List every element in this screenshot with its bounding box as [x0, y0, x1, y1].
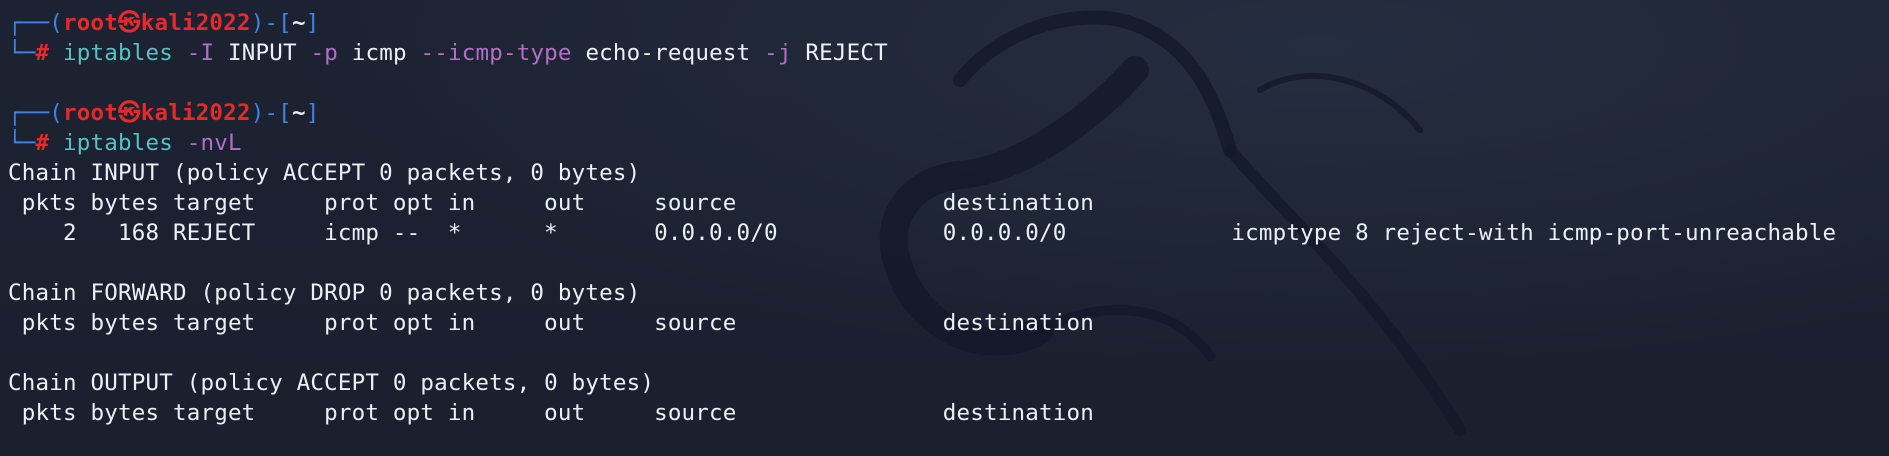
command-argument: REJECT — [805, 40, 888, 66]
prompt-symbol: # — [35, 130, 50, 156]
prompt-frame: ┌──( — [8, 100, 63, 126]
command-line[interactable]: └─# iptables -nvL — [8, 128, 1889, 158]
command-name: iptables — [63, 40, 173, 66]
command-argument: INPUT — [227, 40, 297, 66]
table-row: 2 168 REJECT icmp -- * * 0.0.0.0/0 0.0.0… — [8, 220, 1837, 246]
command-option: -j — [764, 40, 792, 66]
prompt-directory: ~ — [291, 10, 306, 36]
table-header: pkts bytes target prot opt in out source… — [8, 190, 1218, 216]
prompt-user: root — [63, 100, 118, 126]
table-header: pkts bytes target prot opt in out source… — [8, 310, 1218, 336]
chain-output-heading: Chain OUTPUT (policy ACCEPT 0 packets, 0… — [8, 370, 655, 396]
prompt-line: ┌──(root㉿kali2022)-[~] — [8, 10, 320, 36]
prompt-line: ┌──(root㉿kali2022)-[~] — [8, 100, 320, 126]
chain-forward-heading: Chain FORWARD (policy DROP 0 packets, 0 … — [8, 280, 641, 306]
prompt-skull-icon: ㉿ — [118, 10, 141, 36]
command-line[interactable]: └─# iptables -I INPUT -p icmp --icmp-typ… — [8, 38, 1889, 68]
command-option: -I — [186, 40, 215, 66]
command-argument: echo-request — [585, 40, 751, 66]
command-option: -p — [310, 40, 338, 66]
terminal-window[interactable]: ┌──(root㉿kali2022)-[~] └─# iptables -I I… — [0, 0, 1889, 456]
command-option: --icmp-type — [420, 40, 572, 66]
prompt-skull-icon: ㉿ — [118, 100, 141, 126]
command-option: -nvL — [186, 130, 242, 156]
command-argument: icmp — [351, 40, 407, 66]
prompt-directory: ~ — [291, 100, 306, 126]
prompt-host: kali2022 — [140, 10, 251, 36]
chain-input-heading: Chain INPUT (policy ACCEPT 0 packets, 0 … — [8, 160, 641, 186]
table-header: pkts bytes target prot opt in out source… — [8, 400, 1218, 426]
command-name: iptables — [63, 130, 173, 156]
prompt-user: root — [63, 10, 118, 36]
prompt-symbol: # — [35, 40, 50, 66]
prompt-frame: ┌──( — [8, 10, 63, 36]
prompt-host: kali2022 — [140, 100, 251, 126]
